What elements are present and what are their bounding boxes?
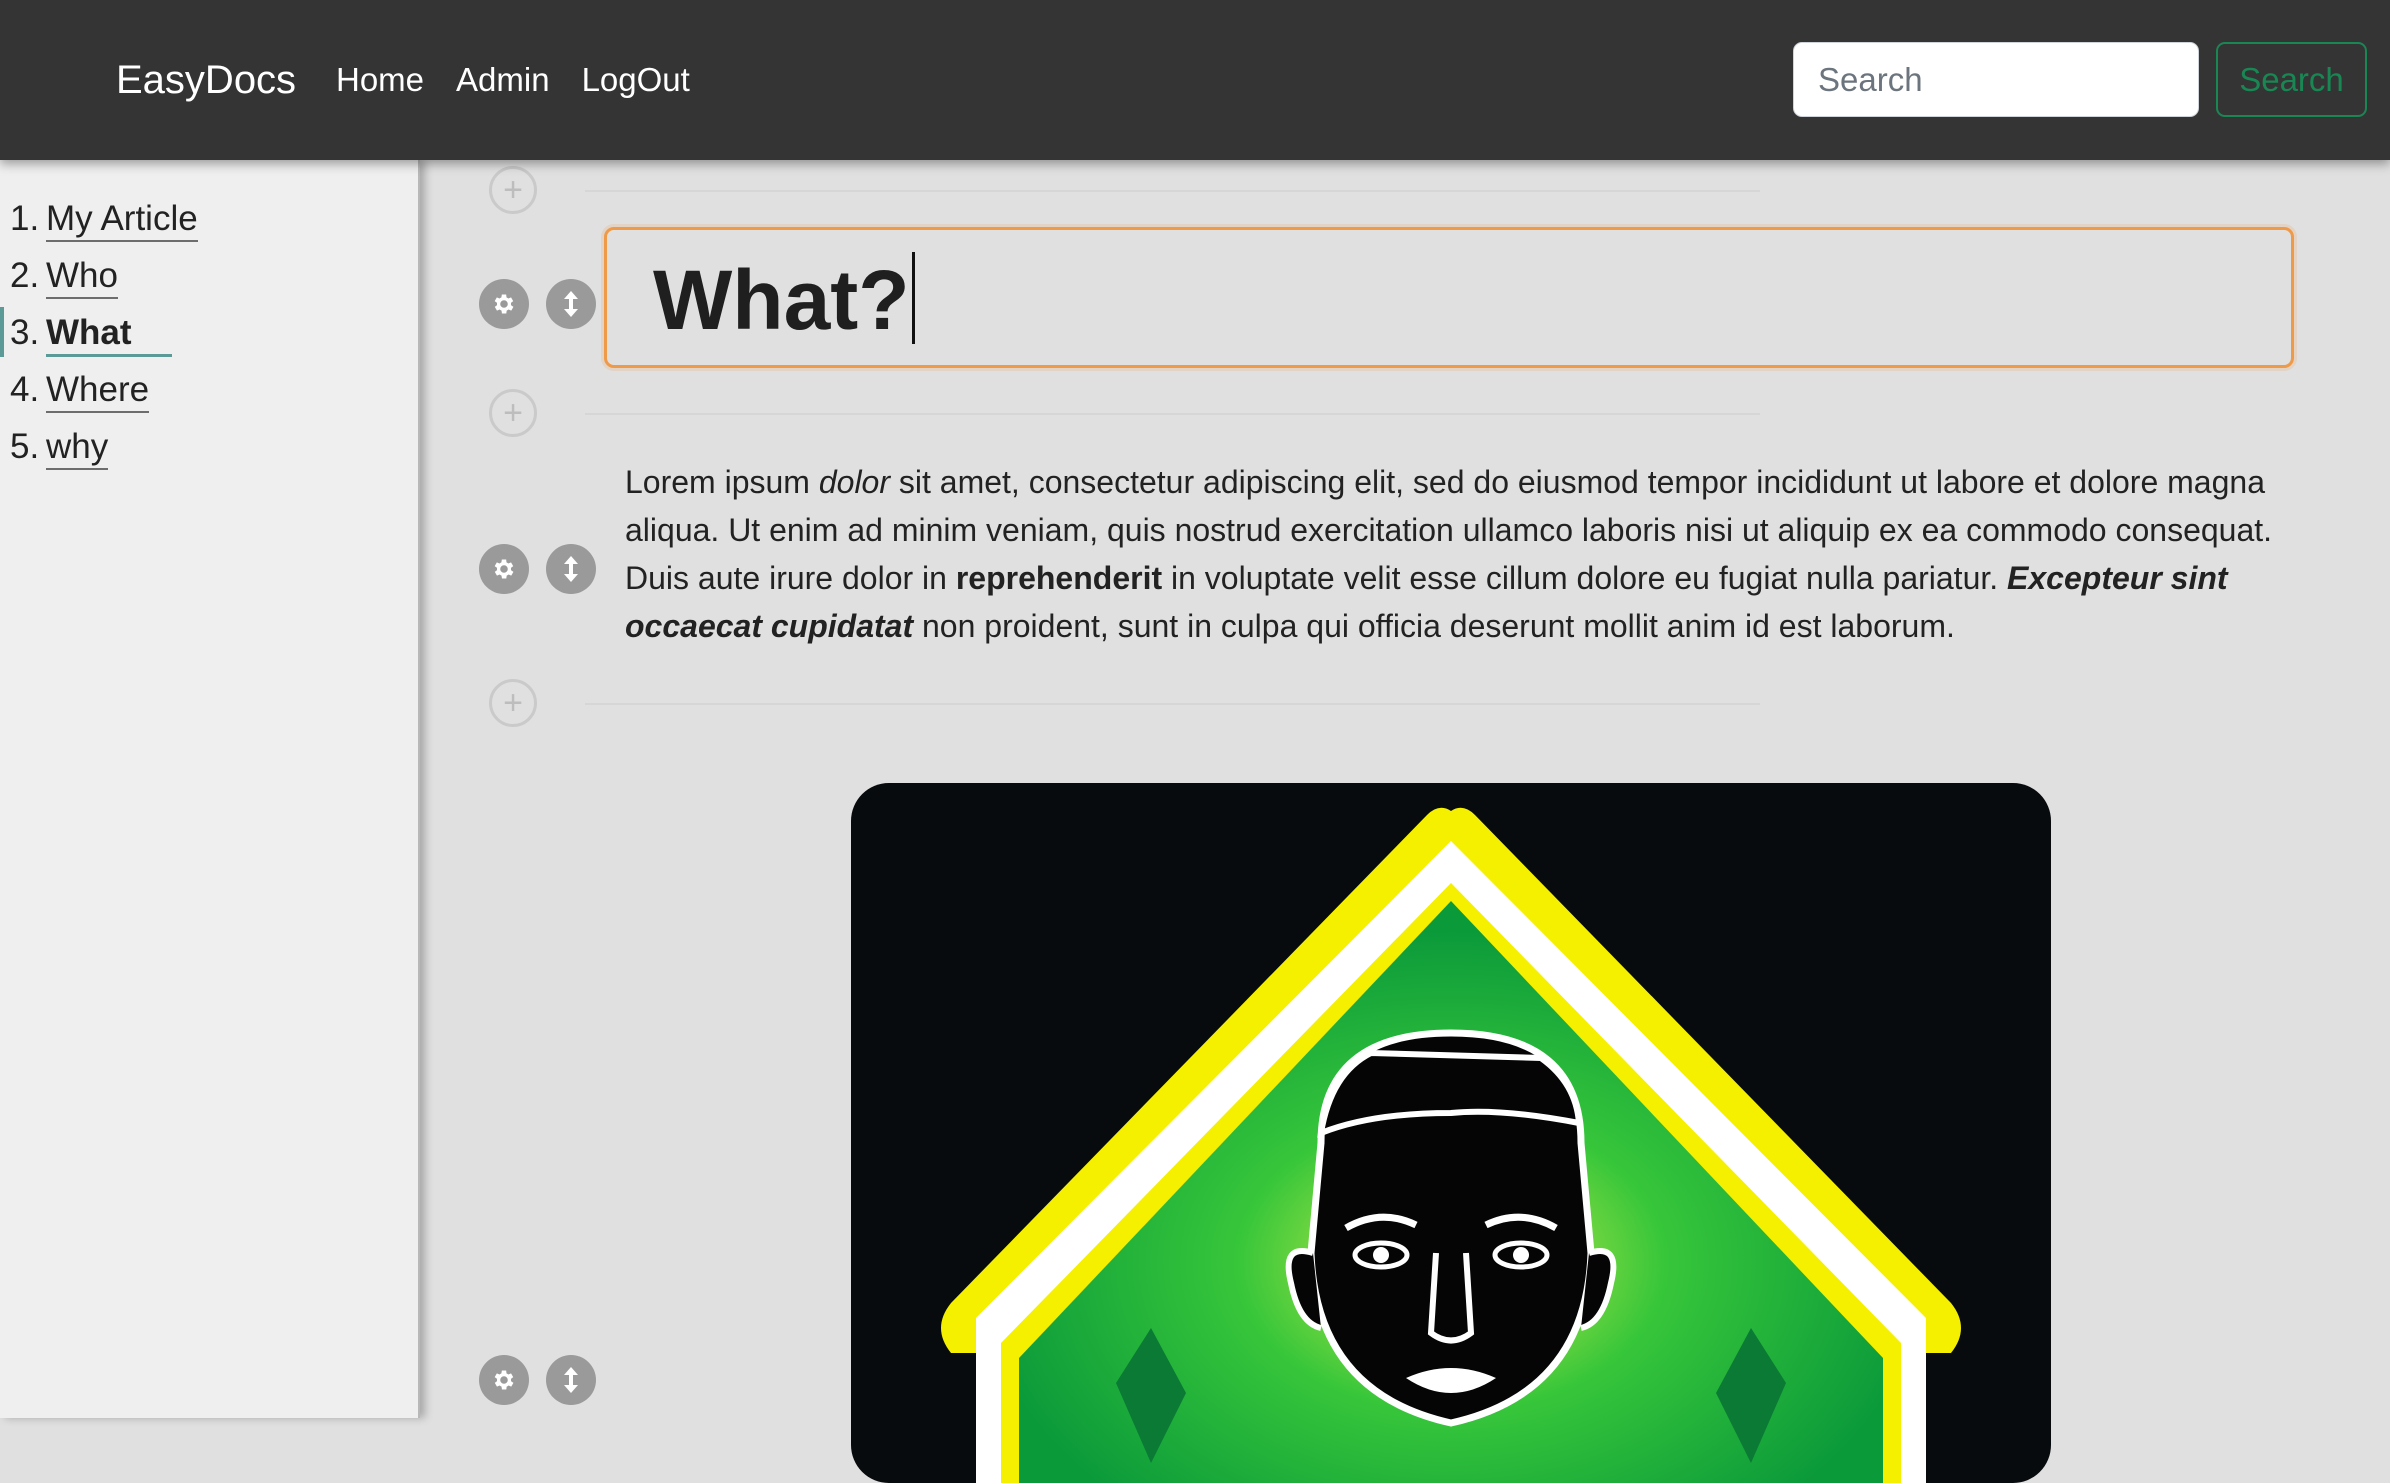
paragraph-block[interactable]: Lorem ipsum dolor sit amet, consectetur … <box>625 458 2285 650</box>
toc-number: 3. <box>10 313 40 352</box>
up-down-arrow-icon <box>564 556 578 582</box>
text-caret <box>911 252 915 344</box>
add-block-button[interactable]: + <box>489 166 537 214</box>
toc-item-who: 2. Who <box>10 255 198 312</box>
plus-circle-icon: + <box>503 171 523 209</box>
image-settings-button[interactable] <box>479 1355 529 1405</box>
toc-link-my-article[interactable]: My Article <box>46 198 198 242</box>
heading-settings-button[interactable] <box>479 279 529 329</box>
up-down-arrow-icon <box>564 1367 578 1393</box>
paragraph-bold-text: reprehenderit <box>955 560 1163 596</box>
navbar: EasyDocs Home Admin LogOut Search <box>0 0 2390 160</box>
paragraph-text: Lorem ipsum <box>625 464 819 500</box>
toc-number: 4. <box>10 370 40 409</box>
toc-item-what: 3. What <box>10 312 198 369</box>
paragraph-text: in voluptate velit esse cillum dolore eu… <box>1162 560 2008 596</box>
paragraph-move-handle[interactable] <box>546 544 596 594</box>
heading-block-editor[interactable]: What? <box>604 227 2294 368</box>
heading-value: What? <box>653 253 910 347</box>
toc-link-where[interactable]: Where <box>46 369 150 413</box>
nav-link-logout[interactable]: LogOut <box>582 52 690 108</box>
nav-links: Home Admin LogOut <box>336 52 690 108</box>
editor-canvas: + What? + Lorem ipsum dolor sit amet, co… <box>420 160 2390 1483</box>
toc-number: 2. <box>10 256 40 295</box>
toc-number: 1. <box>10 199 40 238</box>
toc-link-what[interactable]: What <box>46 312 172 357</box>
brand-logo[interactable]: EasyDocs <box>116 52 296 108</box>
active-item-marker <box>0 307 4 357</box>
toc-number: 5. <box>10 427 40 466</box>
search-input[interactable] <box>1793 42 2199 117</box>
toc-link-who[interactable]: Who <box>46 255 118 299</box>
gear-icon <box>494 294 514 314</box>
heading-text[interactable]: What? <box>653 252 915 348</box>
up-down-arrow-icon <box>564 291 578 317</box>
add-block-button[interactable]: + <box>489 389 537 437</box>
nav-link-admin[interactable]: Admin <box>456 52 550 108</box>
toc-item-where: 4. Where <box>10 369 198 426</box>
heading-move-handle[interactable] <box>546 279 596 329</box>
face-warning-sign-image <box>941 807 1961 1483</box>
add-block-button[interactable]: + <box>489 679 537 727</box>
paragraph-text: non proident, sunt in culpa qui officia … <box>913 608 1955 644</box>
block-divider <box>585 413 1760 415</box>
image-move-handle[interactable] <box>546 1355 596 1405</box>
toc-item-why: 5. why <box>10 426 198 483</box>
image-block[interactable] <box>851 783 2051 1483</box>
gear-icon <box>494 559 514 579</box>
toc-link-why[interactable]: why <box>46 426 109 470</box>
block-divider <box>585 190 1760 192</box>
plus-circle-icon: + <box>503 394 523 432</box>
sidebar-toc: 1. My Article 2. Who 3. What 4. Where 5.… <box>0 160 420 1418</box>
search-button[interactable]: Search <box>2216 42 2367 117</box>
nav-link-home[interactable]: Home <box>336 52 424 108</box>
gear-icon <box>494 1370 514 1390</box>
plus-circle-icon: + <box>503 684 523 722</box>
toc-list: 1. My Article 2. Who 3. What 4. Where 5.… <box>10 198 198 483</box>
paragraph-settings-button[interactable] <box>479 544 529 594</box>
block-divider <box>585 703 1760 705</box>
paragraph-italic-text: dolor <box>818 464 890 500</box>
toc-item-my-article: 1. My Article <box>10 198 198 255</box>
